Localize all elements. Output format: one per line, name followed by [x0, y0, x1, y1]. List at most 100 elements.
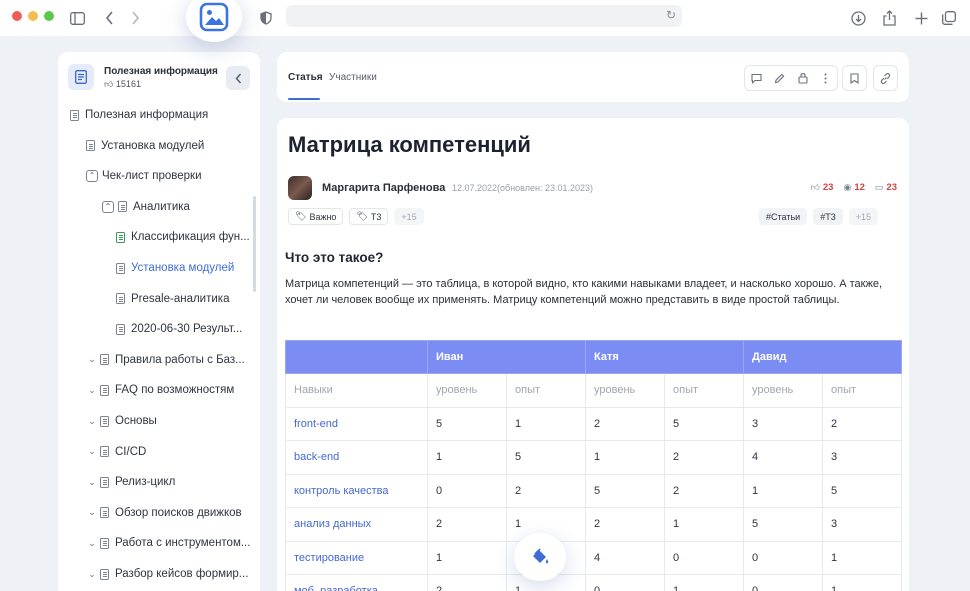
active-tab-indicator — [288, 98, 320, 100]
expand-chevron-icon[interactable]: ⌄ — [86, 507, 98, 518]
hashtag-chip[interactable]: #Т3 — [813, 208, 843, 225]
likes-stat[interactable]: 👍︎ 23 — [810, 182, 833, 193]
close-window-button[interactable] — [12, 11, 22, 21]
sidebar-tree-item[interactable]: Presale-аналитика — [116, 290, 229, 308]
expand-chevron-icon[interactable]: ⌄ — [86, 538, 98, 549]
sidebar-tree-item[interactable]: Классификация фун... — [116, 228, 250, 246]
page-icon — [86, 140, 95, 152]
sidebar-tree-item[interactable]: ⌃ Чек-лист проверки — [86, 167, 202, 185]
collapse-sidebar-button[interactable] — [226, 66, 250, 90]
sidebar-tree-label: 2020-06-30 Результ... — [131, 323, 243, 336]
sidebar-tree-item[interactable]: Полезная информация — [70, 106, 208, 124]
page-icon — [100, 354, 109, 366]
sidebar-scrollbar[interactable] — [253, 196, 256, 292]
more-hashtags-chip[interactable]: +15 — [848, 208, 878, 225]
table-header-cell: Иван — [426, 340, 587, 374]
sidebar-tree-item[interactable]: ⌄ Работа с инструментом... — [86, 534, 250, 552]
labels-list: 🏷︎ Важно 🏷︎ Т3 +15 — [288, 208, 424, 225]
sidebar-header: Полезная информация 👍︎ 15161 — [68, 64, 250, 94]
skill-cell[interactable]: back-end — [285, 440, 428, 475]
forward-icon[interactable] — [124, 7, 146, 29]
document-icon — [68, 64, 94, 90]
paint-bucket-icon[interactable] — [514, 533, 566, 581]
sidebar-tree-item[interactable]: Установка модулей — [86, 137, 204, 155]
sidebar-tree-item[interactable]: ⌄ Обзор поисков движков — [86, 504, 241, 522]
table-header-cell — [285, 340, 428, 374]
copy-link-button[interactable] — [873, 65, 898, 91]
more-labels-chip[interactable]: +15 — [394, 208, 424, 225]
sidebar-tree-item[interactable]: ⌄ Разбор кейсов формир... — [86, 565, 248, 583]
table-cell: 3 — [743, 406, 824, 441]
expand-chevron-icon[interactable]: ⌄ — [86, 416, 98, 427]
sidebar-tree-item[interactable]: ⌄ FAQ по возможностям — [86, 381, 234, 399]
table-row: моб. разработка210101 — [285, 574, 903, 591]
table-cell: 2 — [664, 473, 745, 508]
minimize-window-button[interactable] — [28, 11, 38, 21]
table-row: front-end 5 1 2 5 3 2 — [285, 406, 903, 441]
label-chip[interactable]: 🏷︎ Важно — [288, 208, 344, 225]
label-chip[interactable]: 🏷︎ Т3 — [349, 208, 389, 225]
table-subheader-cell: уровень — [743, 373, 824, 408]
tabs-icon[interactable] — [938, 7, 960, 29]
edit-icon[interactable] — [768, 66, 791, 90]
bookmark-button[interactable] — [842, 65, 867, 91]
expand-chevron-icon[interactable]: ⌄ — [86, 477, 98, 488]
maximize-window-button[interactable] — [44, 11, 54, 21]
sidebar-tree-item[interactable]: ⌄ Правила работы с Баз... — [86, 351, 245, 369]
table-cell: 2 — [585, 406, 666, 441]
expand-chevron-icon[interactable]: ⌄ — [86, 354, 98, 365]
sidebar-tree-item[interactable]: ⌄ CI/CD — [86, 443, 146, 461]
expand-chevron-icon[interactable]: ⌄ — [86, 385, 98, 396]
article-actions — [744, 65, 838, 91]
more-icon[interactable] — [814, 66, 837, 90]
author-name[interactable]: Маргарита Парфенова — [322, 182, 445, 194]
skill-cell[interactable]: анализ данных — [285, 507, 428, 542]
hashtag-chip[interactable]: #Статьи — [759, 208, 808, 225]
sidebar-tree-item[interactable]: Установка модулей — [116, 259, 234, 277]
back-icon[interactable] — [98, 7, 120, 29]
skill-cell[interactable]: моб. разработка — [285, 574, 428, 591]
skill-cell[interactable]: front-end — [285, 406, 428, 441]
table-row: анализ данных 2 1 2 1 5 3 — [285, 507, 903, 542]
table-cell: 1 — [664, 574, 745, 591]
sidebar-tree-item[interactable]: ⌃ Аналитика — [102, 198, 190, 216]
table-cell: 2 — [664, 440, 745, 475]
sidebar-tree-item[interactable]: ⌄ Релиз-цикл — [86, 473, 175, 491]
sidebar-tree-label: Классификация фун... — [131, 231, 250, 244]
sidebar-icon[interactable] — [66, 7, 88, 29]
share-icon[interactable] — [878, 7, 900, 29]
sidebar-tree-label: CI/CD — [115, 445, 147, 458]
table-cell: 5 — [664, 406, 745, 441]
collapse-toggle-icon[interactable]: ⌃ — [102, 200, 114, 213]
tab-members[interactable]: Участники — [329, 72, 377, 83]
expand-chevron-icon[interactable]: ⌄ — [86, 446, 98, 457]
expand-chevron-icon[interactable]: ⌄ — [86, 569, 98, 580]
table-cell: 2 — [427, 574, 507, 591]
comments-stat[interactable]: ▭ 23 — [875, 182, 897, 193]
sidebar-tree-item[interactable]: 2020-06-30 Результ... — [116, 320, 242, 338]
table-cell: 2 — [822, 406, 903, 441]
reload-icon[interactable]: ↻ — [666, 8, 676, 22]
new-tab-icon[interactable] — [910, 7, 932, 29]
page-icon — [118, 201, 127, 213]
lock-icon[interactable] — [791, 66, 814, 90]
address-bar[interactable]: ↻ — [286, 5, 682, 27]
table-cell: 1 — [822, 540, 903, 575]
comment-icon[interactable] — [745, 66, 768, 90]
table-cell: 0 — [585, 574, 666, 591]
download-icon[interactable] — [847, 7, 869, 29]
page-icon — [100, 384, 109, 396]
article-tabs-bar: Статья Участники — [277, 52, 909, 102]
tag-icon: 🏷︎ — [356, 211, 368, 221]
collapse-toggle-icon[interactable]: ⌃ — [86, 170, 98, 183]
skill-cell[interactable]: контроль качества — [285, 473, 428, 508]
avatar[interactable] — [288, 176, 312, 200]
table-cell: 5 — [505, 440, 587, 475]
table-subheader-cell: Навыки — [285, 373, 428, 408]
section-heading: Что это такое? — [285, 250, 384, 265]
table-cell: 1 — [427, 540, 507, 575]
sidebar-tree-item[interactable]: ⌄ Основы — [86, 412, 157, 430]
tab-article[interactable]: Статья — [288, 72, 323, 83]
shield-icon[interactable] — [255, 7, 277, 29]
skill-cell[interactable]: тестирование — [285, 540, 428, 575]
